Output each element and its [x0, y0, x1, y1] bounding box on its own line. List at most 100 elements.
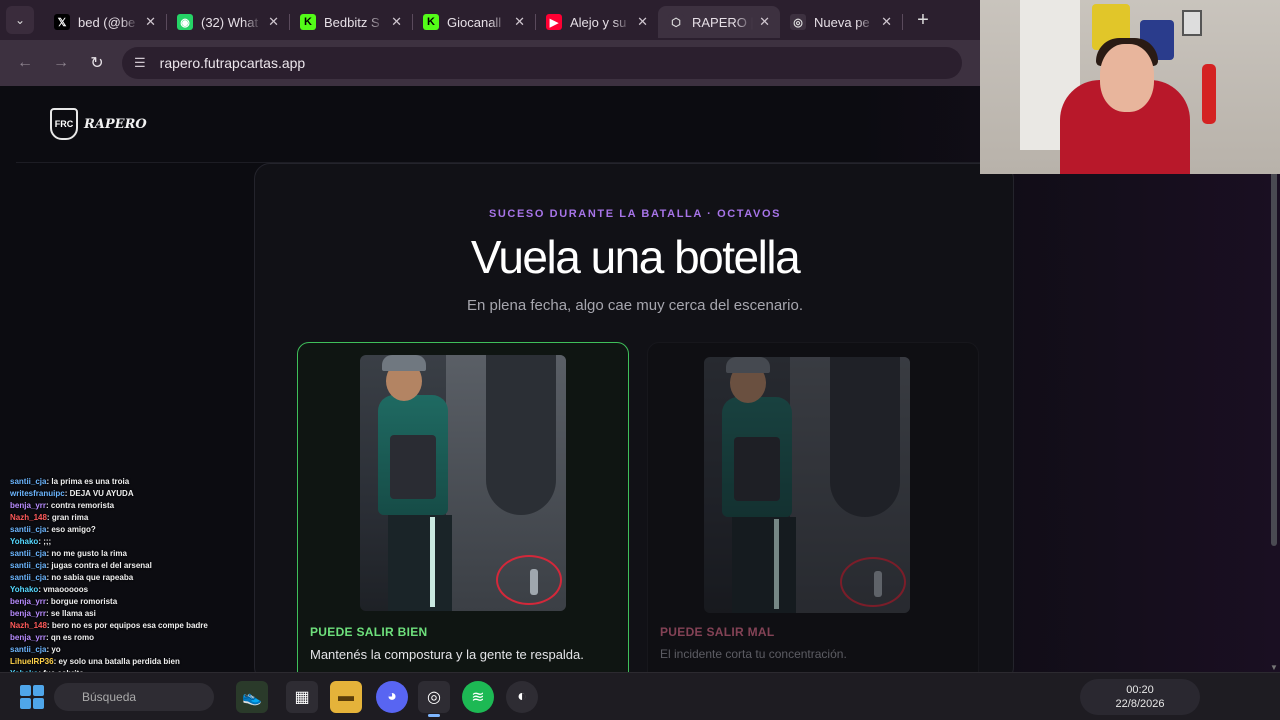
option-label: PUEDE SALIR BIEN	[310, 625, 428, 639]
screen: ⌄ 𝕏bed (@be ✕ ◉ (32) What ✕ K Bedbitz S ✕ K Gioca…	[0, 0, 1280, 720]
chat-username[interactable]: santii_cja	[10, 477, 46, 486]
chat-text: no sabia que rapeaba	[51, 573, 134, 582]
forward-icon[interactable]: →	[50, 52, 72, 74]
chat-username[interactable]: benja_yrr	[10, 501, 46, 510]
tab-6[interactable]: ◎ Nueva pe ✕	[780, 6, 902, 38]
chat-username[interactable]: Yohako	[10, 585, 38, 594]
chrome-icon[interactable]: ◎	[418, 681, 450, 717]
chat-message: writesfranuipc: DEJA VU AYUDA	[10, 489, 134, 498]
chat-message: benja_yrr: contra remorista	[10, 501, 115, 510]
highlight-circle	[840, 557, 906, 607]
chat-username[interactable]: Nazh_148	[10, 621, 47, 630]
tab-4[interactable]: ▶ Alejo y su ✕	[536, 6, 658, 38]
chat-username[interactable]: Nazh_148	[10, 513, 47, 522]
tab-title: Giocanall	[447, 14, 502, 30]
chat-message: santii_cja: no me gusto la rima	[10, 549, 127, 558]
system-clock[interactable]: 00:20 22/8/2026	[1080, 679, 1200, 715]
chat-message: LihuelRP36: ey solo una batalla perdida …	[10, 657, 180, 666]
obs-icon[interactable]: ◐	[506, 681, 538, 713]
tab-3[interactable]: K Giocanall ✕	[413, 6, 535, 38]
highlight-circle	[496, 555, 562, 605]
clock-time: 00:20	[1126, 684, 1154, 696]
chat-username[interactable]: Yohako	[10, 537, 38, 546]
chat-username[interactable]: santii_cja	[10, 549, 46, 558]
chat-message: santii_cja: eso amigo?	[10, 525, 96, 534]
chat-text: gran rima	[51, 513, 89, 522]
chat-username[interactable]: santii_cja	[10, 573, 46, 582]
chat-username[interactable]: benja_yrr	[10, 597, 46, 606]
taskbar-search[interactable]: Búsqueda	[54, 683, 214, 711]
tab-1[interactable]: ◉ (32) What ✕	[167, 6, 289, 38]
taskbar: Búsqueda 👟 ▦ ▬ ◕ ◎ ≋ ◐ 00:20 22/8/2026	[0, 672, 1280, 720]
chat-text: jugas contra el del arsenal	[51, 561, 152, 570]
chat-text: se llama asi	[50, 609, 96, 618]
site-info-icon[interactable]: ☰	[134, 55, 146, 71]
event-panel: SUCESO DURANTE LA BATALLA · OCTAVOS Vuel…	[254, 163, 1014, 672]
url-text[interactable]: rapero.futrapcartas.app	[160, 55, 306, 71]
close-icon[interactable]: ✕	[514, 14, 525, 30]
site-logo[interactable]: FRC RAPERO	[50, 108, 147, 140]
logo-wordmark: RAPERO	[84, 116, 147, 132]
option-label: PUEDE SALIR MAL	[660, 625, 775, 639]
tab-2[interactable]: K Bedbitz S ✕	[290, 6, 412, 38]
event-kicker: SUCESO DURANTE LA BATALLA · OCTAVOS	[488, 208, 782, 220]
youtube-icon: ▶	[546, 14, 562, 30]
chat-username[interactable]: benja_yrr	[10, 609, 46, 618]
new-tab-button[interactable]: +	[909, 6, 937, 34]
chrome-icon: ◎	[790, 14, 806, 30]
tab-strip: ⌄ 𝕏bed (@be ✕ ◉ (32) What ✕ K Bedbitz S ✕ K Gioca…	[0, 0, 980, 40]
chat-text: contra remorista	[50, 501, 115, 510]
kick-icon: K	[300, 14, 316, 30]
close-icon[interactable]: ✕	[268, 14, 279, 30]
close-icon[interactable]: ✕	[145, 14, 156, 30]
close-icon[interactable]: ✕	[637, 14, 648, 30]
chat-username[interactable]: santii_cja	[10, 525, 46, 534]
tab-title: RAPERO |	[692, 14, 754, 30]
chat-message: benja_yrr: qn es romo	[10, 633, 95, 642]
tab-search-button[interactable]: ⌄	[6, 6, 34, 34]
option-card-bad[interactable]: PUEDE SALIR MAL El incidente corta tu co…	[647, 342, 979, 672]
chat-username[interactable]: LihuelRP36	[10, 657, 54, 666]
tab-separator	[902, 14, 903, 30]
chat-username[interactable]: benja_yrr	[10, 633, 46, 642]
chat-text: qn es romo	[50, 633, 95, 642]
toolbar: ← → ↻ ☰ rapero.futrapcartas.app	[0, 40, 980, 86]
option-description: El incidente corta tu concentración.	[660, 647, 847, 661]
close-icon[interactable]: ✕	[391, 14, 402, 30]
chat-text: bero no es por equipos esa compe badre	[51, 621, 208, 630]
chat-text: vmaooooos	[43, 585, 89, 594]
close-icon[interactable]: ✕	[881, 14, 892, 30]
webcam-overlay	[980, 0, 1280, 174]
chat-message: santii_cja: no sabia que rapeaba	[10, 573, 134, 582]
chat-username[interactable]: santii_cja	[10, 561, 46, 570]
chat-text: yo	[51, 645, 61, 654]
tab-5[interactable]: ⬡ RAPERO | ✕	[658, 6, 780, 38]
address-bar[interactable]: ☰ rapero.futrapcartas.app	[122, 47, 962, 79]
chat-text: la prima es una troia	[51, 477, 130, 486]
frc-icon: ⬡	[668, 14, 684, 30]
chat-text: ey solo una batalla perdida bien	[58, 657, 180, 666]
event-photo	[704, 357, 910, 613]
tab-title: Bedbitz S	[324, 14, 380, 30]
reload-icon[interactable]: ↻	[86, 52, 108, 74]
shield-icon: FRC	[50, 108, 78, 140]
chat-username[interactable]: writesfranuipc	[10, 489, 65, 498]
tab-list: 𝕏bed (@be ✕ ◉ (32) What ✕ K Bedbitz S ✕ K Giocana…	[44, 2, 903, 38]
chat-message: Yohako: vmaooooos	[10, 585, 89, 594]
chat-text: borgue romorista	[50, 597, 118, 606]
store-icon[interactable]: ▦	[286, 681, 318, 713]
back-icon[interactable]: ←	[14, 52, 36, 74]
chat-message: Nazh_148: gran rima	[10, 513, 89, 522]
close-icon[interactable]: ✕	[759, 14, 770, 30]
clock-date: 22/8/2026	[1115, 698, 1165, 710]
chat-message: santii_cja: jugas contra el del arsenal	[10, 561, 152, 570]
start-button[interactable]	[20, 685, 44, 709]
discord-icon[interactable]: ◕	[376, 681, 408, 713]
sneaker-icon[interactable]: 👟	[236, 681, 268, 713]
chat-username[interactable]: santii_cja	[10, 645, 46, 654]
folder-icon[interactable]: ▬	[330, 681, 362, 713]
scroll-down-icon[interactable]: ▼	[1270, 663, 1278, 672]
option-card-good[interactable]: PUEDE SALIR BIEN Mantenés la compostura …	[297, 342, 629, 672]
spotify-icon[interactable]: ≋	[462, 681, 494, 713]
tab-0[interactable]: 𝕏bed (@be ✕	[44, 6, 166, 38]
